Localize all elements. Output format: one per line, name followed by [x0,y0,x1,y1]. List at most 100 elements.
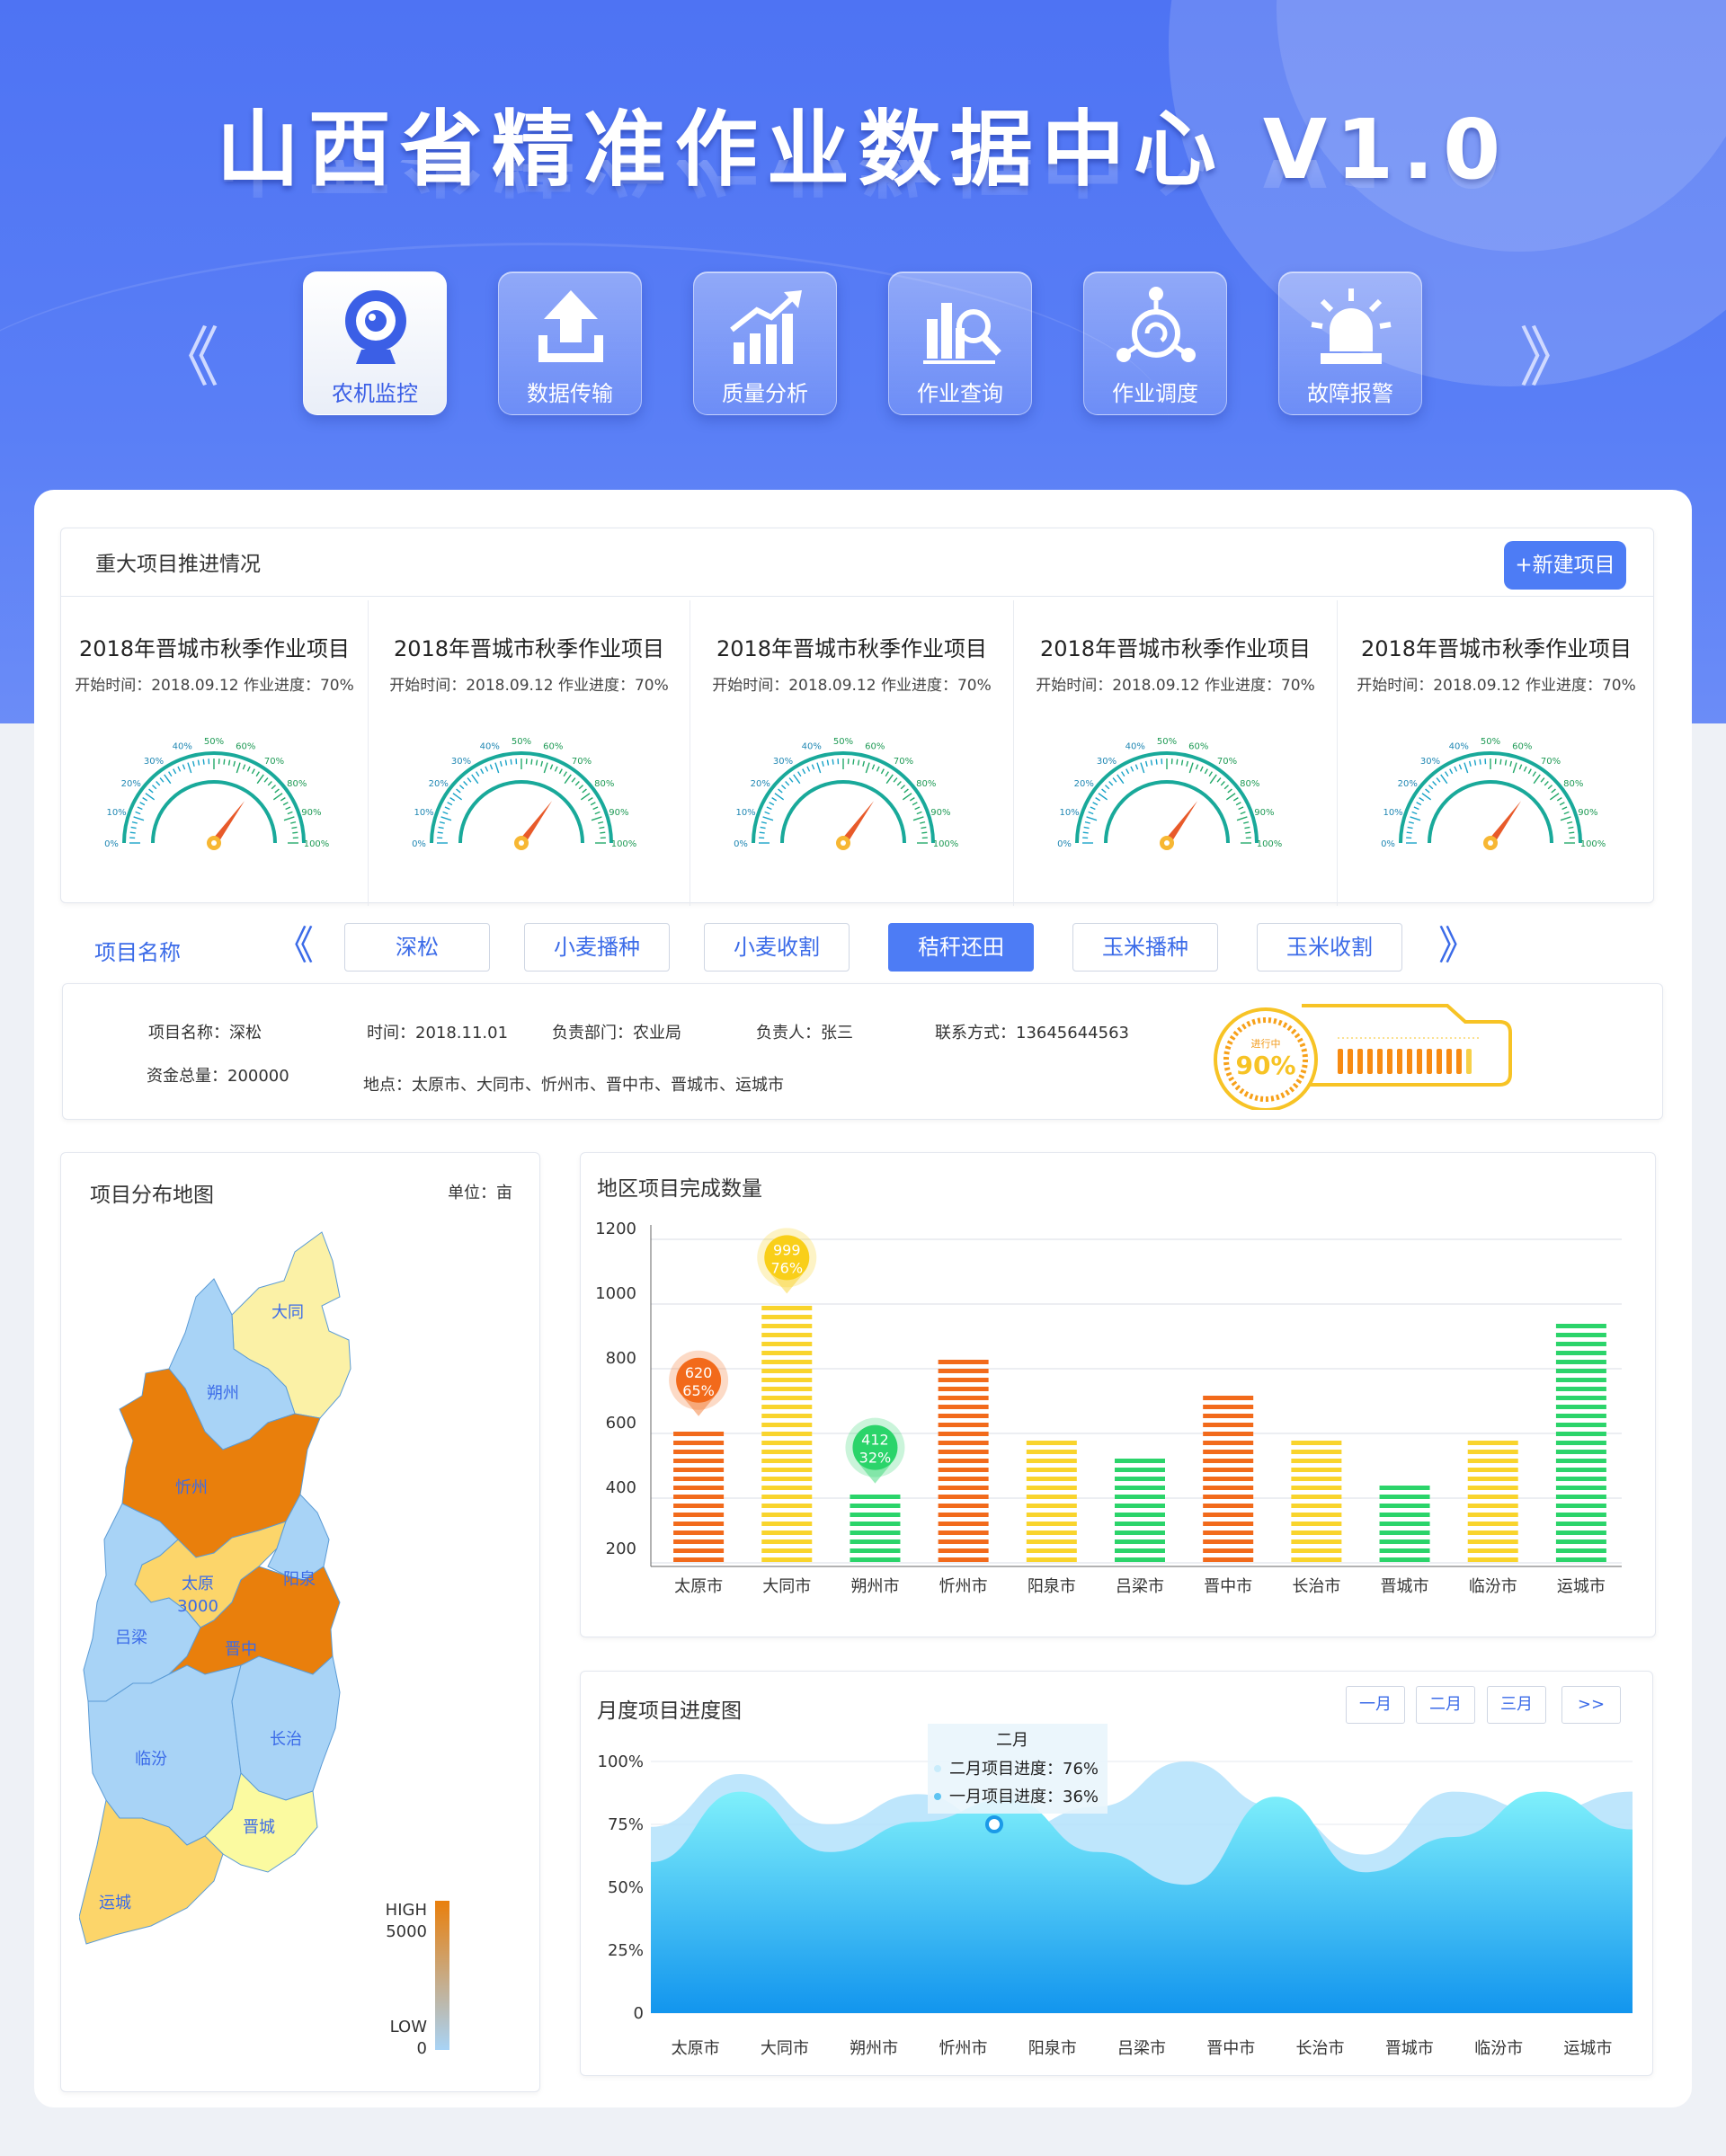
progress-segment [1446,1049,1452,1074]
x-tick-label: 忻州市 [939,1577,988,1596]
nav-item-query[interactable]: 作业查询 [888,271,1032,415]
x-tick-label: 长治市 [1296,2039,1345,2058]
bar[interactable] [1026,1441,1077,1562]
nav-item-monitor[interactable]: 农机监控 [303,271,447,415]
gauge-tick-label: 40% [480,742,500,752]
map-unit: 单位：亩 [448,1184,512,1202]
status-label: 进行中 [1251,1038,1281,1050]
nav-next-button[interactable]: 》 [1519,325,1584,390]
tab-straw-return[interactable]: 秸秆还田 [888,923,1034,972]
gauge-tick-label: 30% [773,757,793,767]
project-gauge-card[interactable]: 2018年晋城市秋季作业项目 开始时间：2018.09.12 作业进度：70% 0%… [61,600,369,906]
detail-owner: 负责人：张三 [756,1024,853,1043]
gauge-tick-label: 80% [916,779,936,789]
project-gauge-card[interactable]: 2018年晋城市秋季作业项目 开始时间：2018.09.12 作业进度：70% 0%… [690,600,1014,906]
map-label-jinzhong: 晋中 [225,1640,257,1659]
bar[interactable] [1291,1441,1342,1562]
project-gauge-card[interactable]: 2018年晋城市秋季作业项目 开始时间：2018.09.12 作业进度：70% 0%… [1014,600,1338,906]
gauge-tick-label: 60% [865,742,885,752]
bar[interactable] [938,1360,989,1562]
x-tick-label: 运城市 [1563,2039,1612,2058]
pin-percent: 76% [770,1259,803,1276]
month-jan-button[interactable]: 一月 [1346,1686,1405,1724]
detail-location: 地点：太原市、大同市、忻州市、晋中市、晋城市、运城市 [363,1076,784,1095]
tabs-prev-button[interactable]: 《 [274,924,314,969]
pin-percent: 32% [859,1450,892,1467]
bar[interactable] [1379,1486,1430,1562]
month-mar-button[interactable]: 三月 [1487,1686,1546,1724]
progress-segment [1407,1049,1412,1074]
nav-item-label: 数据传输 [527,381,613,406]
map-label-lvliang: 吕梁 [115,1628,147,1647]
map-label-changzhi: 长治 [270,1730,302,1749]
map-label-shuozhou: 朔州 [207,1384,239,1403]
map-title: 项目分布地图 [90,1184,214,1207]
month-feb-button[interactable]: 二月 [1416,1686,1475,1724]
nav-item-quality[interactable]: 质量分析 [693,271,837,415]
project-name: 2018年晋城市秋季作业项目 [716,636,988,661]
x-tick-label: 运城市 [1557,1577,1606,1596]
tab-corn-sowing[interactable]: 玉米播种 [1072,923,1218,972]
tab-wheat-sowing[interactable]: 小麦播种 [524,923,670,972]
nav-item-alarm[interactable]: 故障报警 [1278,271,1422,415]
y-tick-label: 50% [608,1878,644,1897]
project-name: 2018年晋城市秋季作业项目 [78,636,351,661]
bar[interactable] [1555,1324,1606,1562]
bar[interactable] [850,1495,901,1562]
page-title-reflection: 山西省精准作业数据中心 V1.0 [0,160,1726,223]
gauge-tick-label: 20% [1398,779,1418,789]
progress-segment [1427,1049,1432,1074]
tab-wheat-harvest[interactable]: 小麦收割 [704,923,850,972]
alarm-siren-icon [1311,288,1392,364]
value-pin: 99976% [757,1228,817,1294]
progress-segment [1367,1049,1373,1074]
gauge-tick-label: 90% [1578,808,1597,818]
y-tick-label: 0 [634,2004,644,2023]
area-chart: 0 25% 50% 75% 100% 太原市 大同市 朔州市 忻州市 阳泉市 吕梁市 晋中市 长治市 晋城… [598,1724,1633,2058]
gauge-tick-label: 100% [1580,839,1606,849]
y-tick-label: 100% [598,1752,644,1771]
gauge-tick-label: 80% [594,779,614,789]
progress-segment [1357,1049,1363,1074]
project-name: 2018年晋城市秋季作业项目 [1360,636,1633,661]
nav-item-transfer[interactable]: 数据传输 [498,271,642,415]
gauge-tick-label: 20% [429,779,449,789]
value-pin: 62065% [669,1350,729,1416]
bar[interactable] [1115,1459,1165,1562]
bar[interactable] [761,1306,813,1562]
gauge-tick-label: 70% [1541,757,1561,767]
bar[interactable] [1203,1396,1254,1562]
nav-item-label: 作业调度 [1112,381,1198,406]
status-progress-badge: 进行中 90% [1214,1004,1512,1110]
nav-prev-button[interactable]: 《 [155,325,219,390]
y-tick-label: 800 [606,1349,636,1368]
month-more-button[interactable]: >> [1561,1686,1621,1724]
progress-segment [1466,1049,1472,1074]
gauge-tick-label: 70% [1217,757,1237,767]
tab-subsoiling[interactable]: 深松 [344,923,490,972]
x-tick-label: 阳泉市 [1028,1577,1076,1596]
gauge-tick-label: 10% [1383,808,1402,818]
bar[interactable] [1467,1441,1518,1562]
legend-high-value: 5000 [386,1922,427,1941]
map-region-changzhi[interactable] [231,1655,341,1801]
map-label-linfen: 临汾 [135,1750,167,1769]
tabs-next-button[interactable]: 》 [1438,924,1478,969]
gauge-tick-label: 0% [104,839,119,849]
project-info: 开始时间：2018.09.12 作业进度：70% [1036,677,1315,695]
new-project-button[interactable]: +新建项目 [1504,541,1626,590]
upload-icon [538,290,603,362]
x-tick-label: 晋城市 [1385,2039,1434,2058]
bar[interactable] [673,1432,725,1562]
dispatch-network-icon [1117,287,1196,362]
pin-value: 999 [773,1241,801,1258]
tab-corn-harvest[interactable]: 玉米收割 [1257,923,1402,972]
gauge-tick-label: 50% [204,737,224,747]
gauge-tick-label: 50% [1481,737,1500,747]
project-gauge-card[interactable]: 2018年晋城市秋季作业项目 开始时间：2018.09.12 作业进度：70% 0%… [369,600,690,906]
nav-item-dispatch[interactable]: 作业调度 [1083,271,1227,415]
progress-segment [1456,1049,1462,1074]
project-gauge-card[interactable]: 2018年晋城市秋季作业项目 开始时间：2018.09.12 作业进度：70% 0%… [1338,600,1655,906]
nav-item-label: 农机监控 [332,381,418,406]
tooltip-line: 二月项目进度：76% [949,1760,1099,1779]
